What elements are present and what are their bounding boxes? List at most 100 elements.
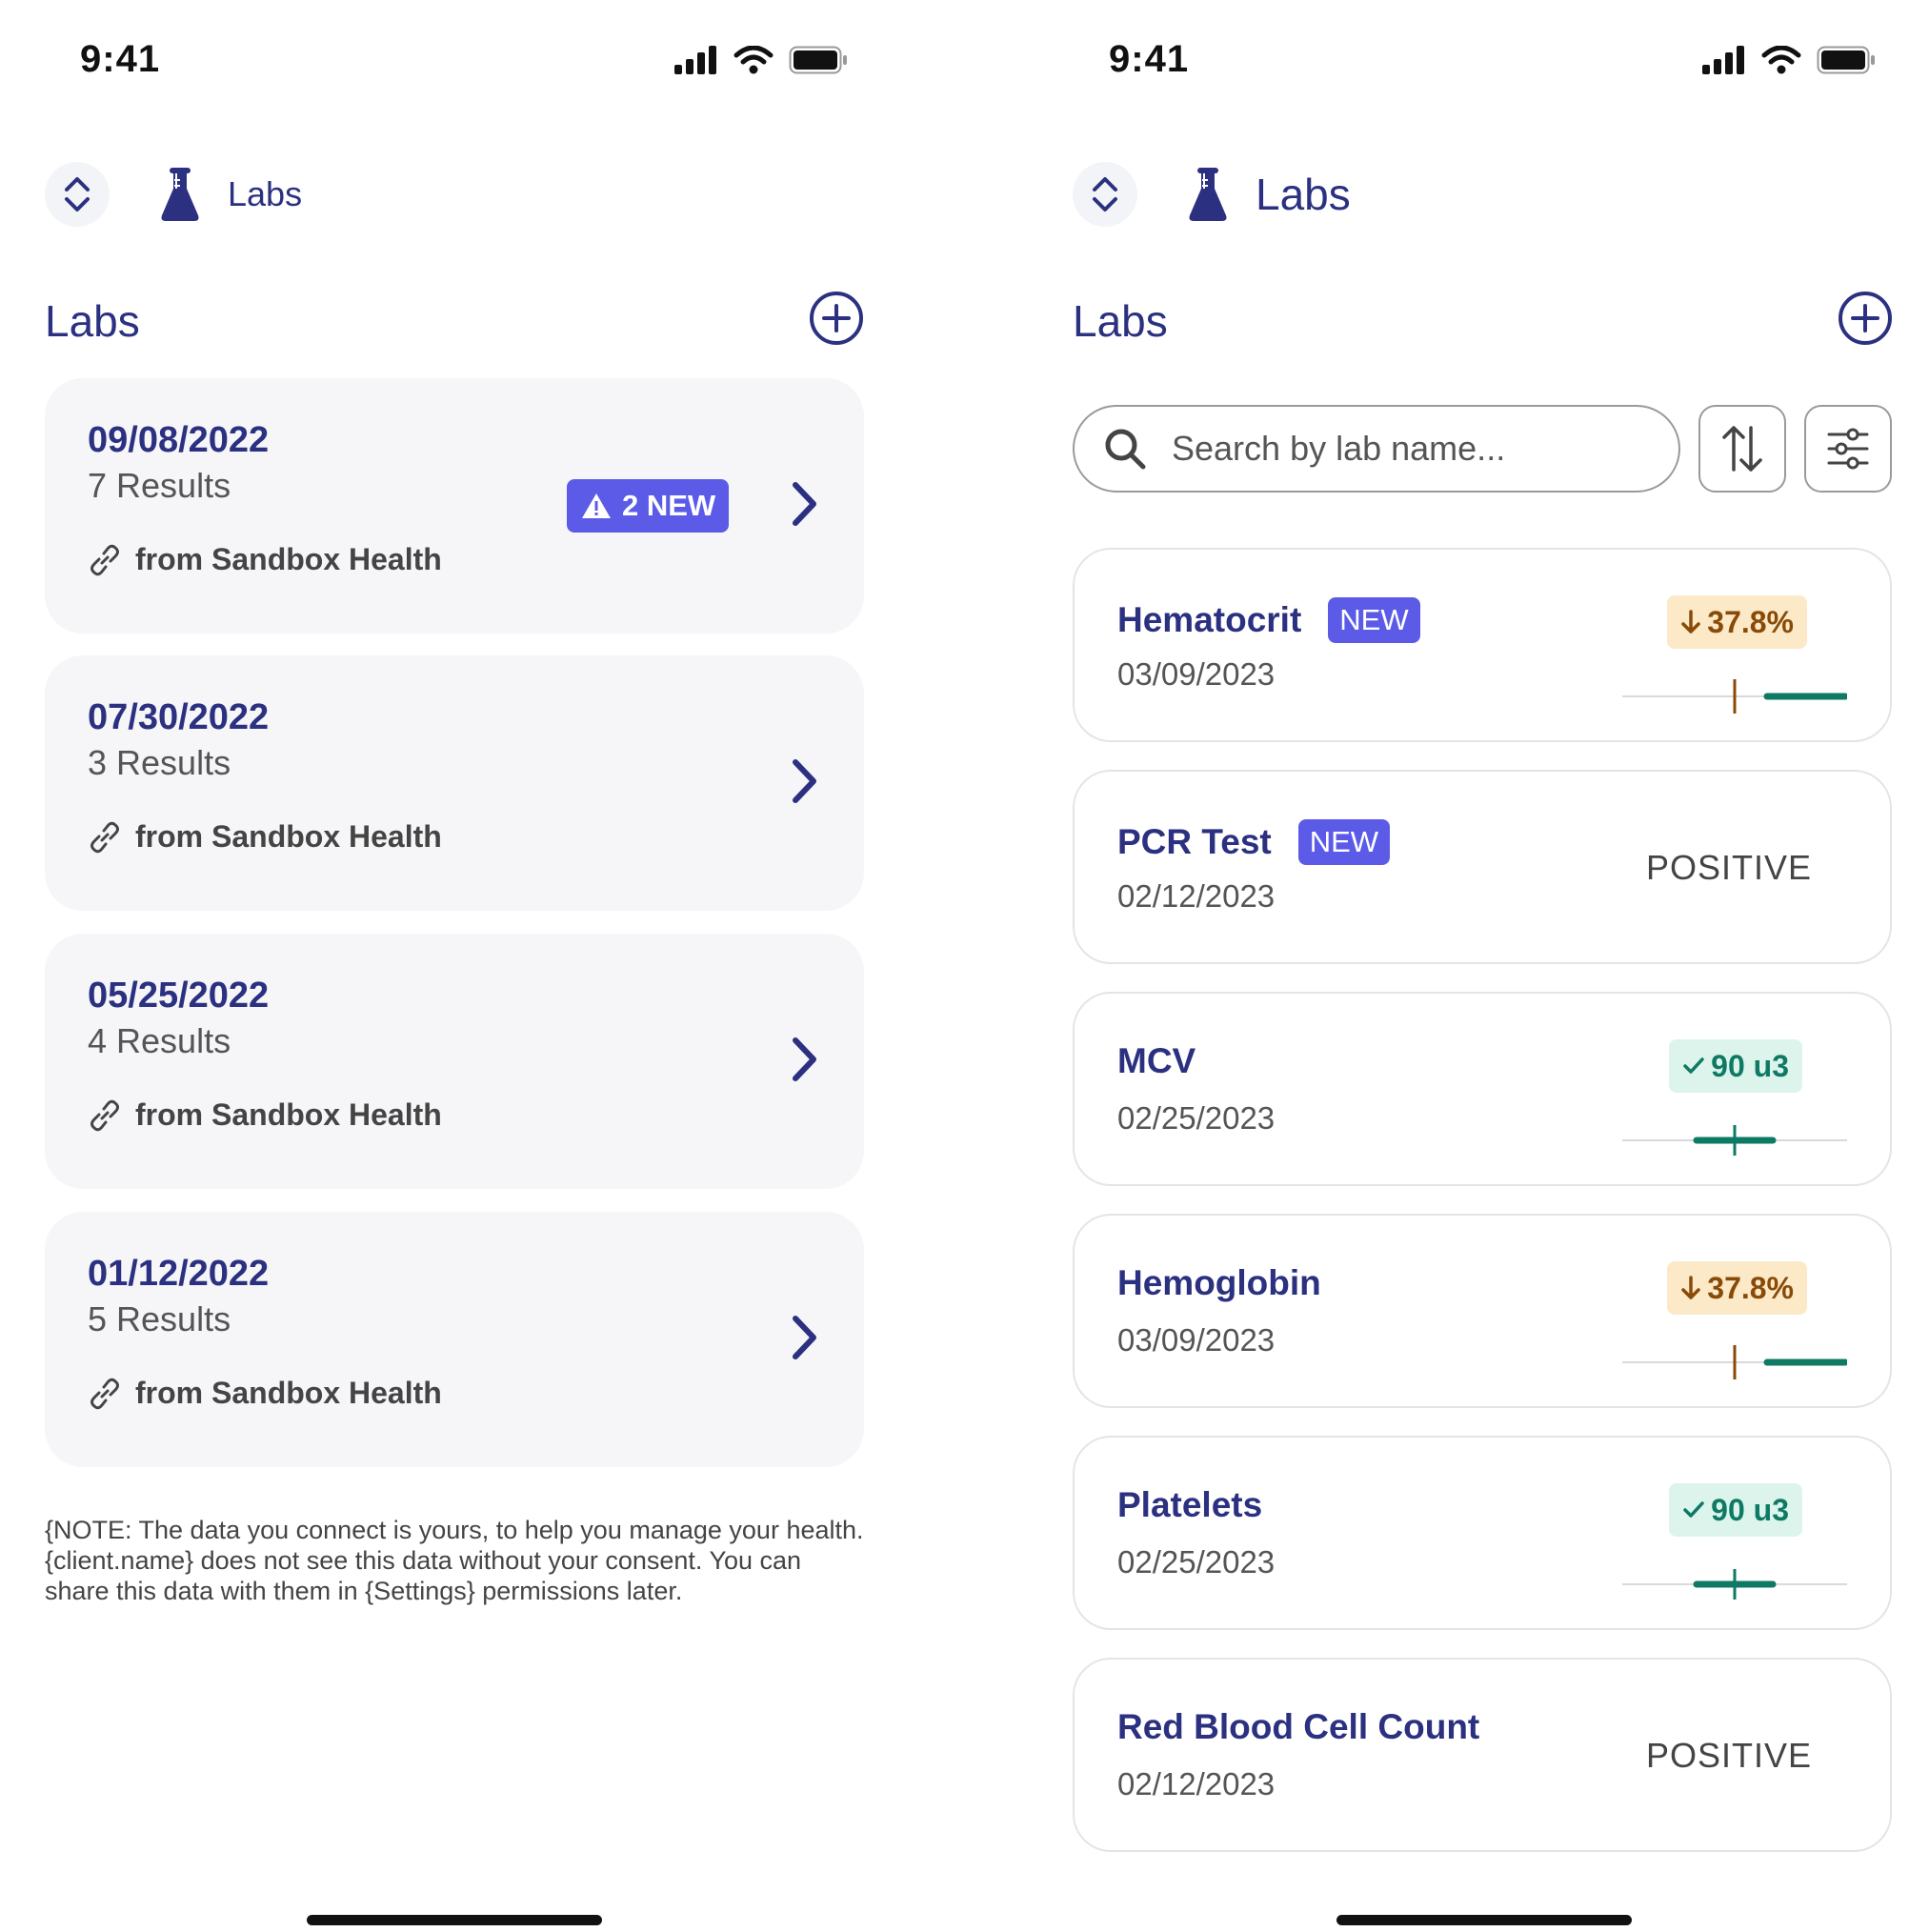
lab-date: 02/12/2023 [1117,878,1276,914]
section-title: Labs [1073,296,1168,346]
lab-name-label: MCV [1117,1041,1196,1080]
lab-value: 37.8% [1707,604,1794,639]
signal-icon [674,46,716,74]
search-bar[interactable] [1073,405,1680,493]
visit-date: 01/12/2022 [88,1254,270,1294]
new-tag: NEW [1328,597,1420,643]
lab-result-card[interactable]: Platelets 02/25/2023 90 u3 [1073,1436,1892,1630]
visit-source: from Sandbox Health [88,1376,442,1411]
labs-results-screen: 9:41 Labs Labs Hematocrit NEW 03/09/2023… [1028,0,1929,1932]
sort-button[interactable] [1698,405,1786,493]
add-icon[interactable] [1838,291,1893,346]
switch-button[interactable] [1073,162,1137,227]
warning-icon [582,493,611,518]
visit-date: 07/30/2022 [88,697,270,737]
header-title: Labs [228,174,303,213]
lab-value: POSITIVE [1645,848,1812,887]
lab-name-label: Hemoglobin [1117,1263,1321,1302]
visit-results-count: 7 Results [88,466,231,505]
visit-date: 09/08/2022 [88,420,270,460]
status-icons [674,46,848,74]
arrow-down-icon [1681,610,1701,634]
range-indicator [1622,1125,1847,1156]
wifi-icon [733,46,774,74]
switch-icon [65,177,90,211]
home-indicator[interactable] [1336,1915,1632,1925]
lab-value: 37.8% [1707,1270,1794,1305]
chevron-right-icon [793,759,816,803]
lab-result-card[interactable]: PCR Test NEW 02/12/2023 POSITIVE [1073,770,1892,964]
lab-value: 90 u3 [1711,1492,1789,1527]
chevron-right-icon [793,1316,816,1359]
link-icon [90,821,119,853]
search-input[interactable] [1172,429,1648,469]
add-icon[interactable] [809,291,864,346]
chevron-right-icon [793,482,816,526]
visit-date: 05/25/2022 [88,976,270,1016]
status-time: 9:41 [80,38,161,80]
visit-source: from Sandbox Health [88,542,442,577]
visit-source: from Sandbox Health [88,1097,442,1133]
sort-icon [1722,426,1762,472]
link-icon [90,1378,119,1409]
switch-button[interactable] [45,162,110,227]
link-icon [90,544,119,575]
lab-date: 02/25/2023 [1117,1544,1276,1580]
home-indicator[interactable] [307,1915,602,1925]
lab-result-card[interactable]: MCV 02/25/2023 90 u3 [1073,992,1892,1186]
lab-result-card[interactable]: Hemoglobin 03/09/2023 37.8% [1073,1214,1892,1408]
range-indicator [1622,1345,1847,1379]
visit-source-label: from Sandbox Health [135,819,442,854]
lab-name: MCV [1117,1041,1196,1081]
lab-date: 03/09/2023 [1117,656,1276,692]
lab-name: Hematocrit NEW [1117,597,1420,643]
visit-source: from Sandbox Health [88,819,442,855]
lab-name-label: Red Blood Cell Count [1117,1707,1480,1746]
visit-card[interactable]: 05/25/2022 4 Results from Sandbox Health [45,934,864,1189]
consent-note: {NOTE: The data you connect is yours, to… [45,1516,864,1605]
header-title: Labs [1256,170,1351,219]
lab-value-badge: 37.8% [1667,1261,1807,1315]
lab-name: Red Blood Cell Count [1117,1707,1479,1747]
lab-value: POSITIVE [1645,1736,1812,1775]
chevron-right-icon [793,1037,816,1081]
battery-icon [1817,46,1875,74]
top-nav: Labs [45,162,302,227]
link-icon [90,1099,119,1131]
section-title: Labs [45,296,140,346]
visit-card[interactable]: 09/08/2022 7 Results 2 NEW from Sandbox … [45,378,864,634]
filter-button[interactable] [1804,405,1892,493]
lab-name-label: PCR Test [1117,822,1272,861]
lab-result-card[interactable]: Hematocrit NEW 03/09/2023 37.8% [1073,548,1892,742]
visit-source-label: from Sandbox Health [135,1376,442,1410]
battery-icon [789,46,847,74]
visit-source-label: from Sandbox Health [135,542,442,576]
new-tag: NEW [1297,819,1391,865]
flask-icon [1189,168,1227,221]
status-time: 9:41 [1109,38,1190,80]
flask-icon [161,168,199,221]
new-results-badge: 2 NEW [567,479,730,533]
lab-value-badge: 37.8% [1667,595,1807,649]
arrow-down-icon [1681,1276,1701,1299]
check-icon [1683,1057,1704,1074]
labs-visits-screen: 9:41 Labs Labs 09/08/2022 7 Results 2 NE… [0,0,964,1932]
new-results-label: 2 NEW [622,489,716,522]
lab-value-badge: 90 u3 [1669,1483,1802,1537]
lab-value: 90 u3 [1711,1048,1789,1083]
signal-icon [1702,46,1744,74]
visit-card[interactable]: 01/12/2022 5 Results from Sandbox Health [45,1212,864,1467]
search-icon [1105,429,1146,470]
lab-name: Platelets [1117,1485,1262,1525]
visit-card[interactable]: 07/30/2022 3 Results from Sandbox Health [45,655,864,911]
range-indicator [1622,679,1847,714]
visit-source-label: from Sandbox Health [135,1097,442,1132]
lab-date: 02/12/2023 [1117,1766,1276,1801]
lab-date: 02/25/2023 [1117,1100,1276,1136]
range-indicator [1622,1569,1847,1600]
lab-result-card[interactable]: Red Blood Cell Count 02/12/2023 POSITIVE [1073,1658,1892,1852]
visit-results-count: 5 Results [88,1299,231,1338]
lab-value-badge: 90 u3 [1669,1039,1802,1093]
lab-date: 03/09/2023 [1117,1322,1276,1358]
lab-name-label: Hematocrit [1117,600,1302,639]
